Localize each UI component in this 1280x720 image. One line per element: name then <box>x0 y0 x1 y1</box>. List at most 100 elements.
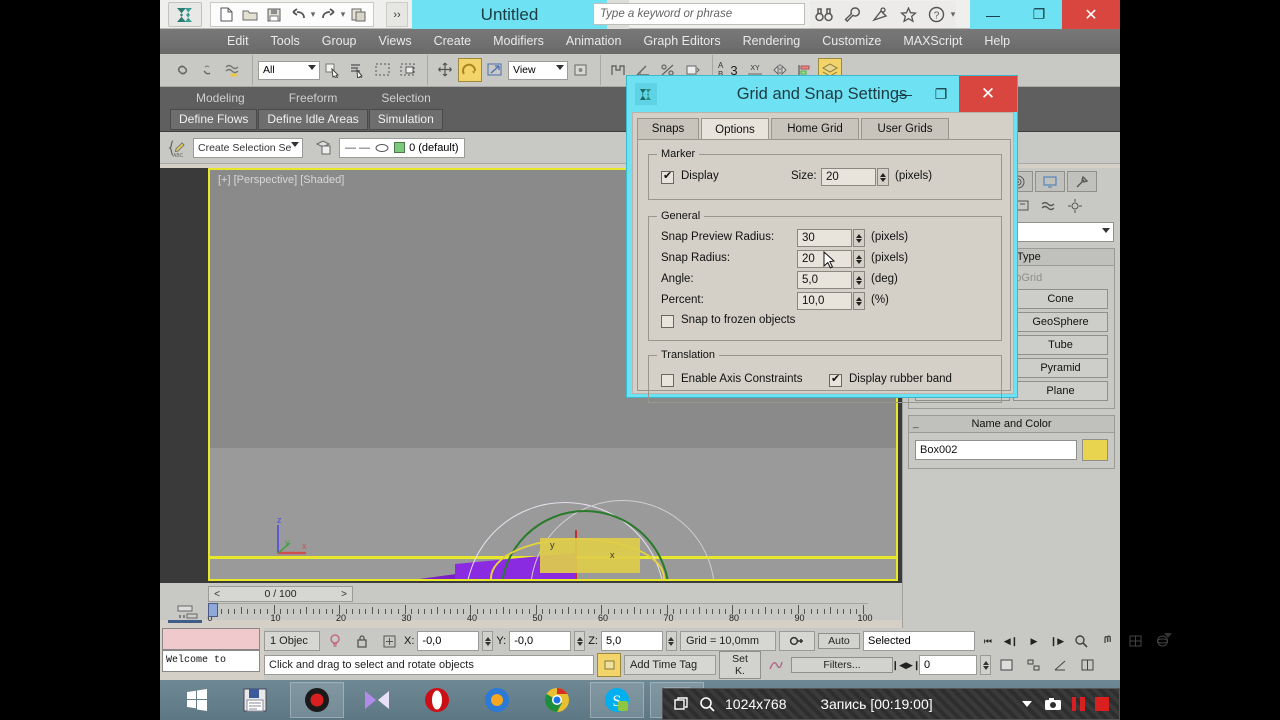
next-frame-button[interactable]: > <box>336 589 352 600</box>
dialog-close-button[interactable]: ✕ <box>959 76 1017 112</box>
pan-view-icon[interactable] <box>1097 629 1121 653</box>
maximize-viewport-icon[interactable] <box>1124 629 1148 653</box>
bind-to-space-warp-icon[interactable] <box>221 58 245 82</box>
ribbon-button-define-idle-areas[interactable]: Define Idle Areas <box>258 109 368 130</box>
zoom-all-icon[interactable] <box>1021 653 1045 677</box>
marker-size-spinner[interactable] <box>877 168 889 186</box>
space-warps-icon[interactable] <box>1037 195 1060 218</box>
menu-item-group[interactable]: Group <box>311 29 368 54</box>
select-zoom-icon[interactable] <box>994 653 1018 677</box>
key-filter-dropdown[interactable]: Selected <box>862 631 1172 651</box>
maxscript-listener-output[interactable] <box>162 628 260 650</box>
absolute-relative-toggle-icon[interactable] <box>377 629 401 653</box>
dialog-tab-user-grids[interactable]: User Grids <box>861 118 949 139</box>
select-and-scale-icon[interactable] <box>483 58 507 82</box>
marker-display-checkbox[interactable] <box>661 169 674 184</box>
viewport-layout-icon[interactable] <box>1075 653 1099 677</box>
selection-filter-dropdown[interactable]: All <box>258 60 320 80</box>
taskbar-skype-icon[interactable]: S <box>590 682 644 718</box>
y-spinner[interactable] <box>574 631 586 651</box>
tab-display[interactable] <box>1035 171 1065 192</box>
selection-lock-bulb-icon[interactable] <box>323 629 347 653</box>
ribbon-tab-freeform[interactable]: Freeform <box>267 87 360 109</box>
taskbar-save-icon[interactable] <box>228 682 282 718</box>
wrench-icon[interactable] <box>838 2 866 28</box>
dialog-tab-home-grid[interactable]: Home Grid <box>771 118 859 139</box>
timeline-frame-nav[interactable]: < 0 / 100 > <box>208 586 353 602</box>
create-pyramid-button[interactable]: Pyramid <box>1013 358 1108 378</box>
menu-item-rendering[interactable]: Rendering <box>732 29 812 54</box>
named-selection-sets-icon[interactable]: ABC <box>166 136 190 160</box>
taskbar-firefox-icon[interactable] <box>470 682 524 718</box>
select-and-rotate-icon[interactable] <box>458 58 482 82</box>
key-mode-icon[interactable] <box>176 605 200 619</box>
menu-item-edit[interactable]: Edit <box>216 29 260 54</box>
open-file-icon[interactable] <box>238 4 262 26</box>
rectangular-selection-region-icon[interactable] <box>371 58 395 82</box>
current-layer-display[interactable]: — — 0 (default) <box>339 137 465 158</box>
create-selection-set-input[interactable]: Create Selection Se <box>193 137 303 158</box>
name-and-color-header[interactable]: _ Name and Color <box>909 416 1114 433</box>
menu-item-graph-editors[interactable]: Graph Editors <box>632 29 731 54</box>
menu-item-maxscript[interactable]: MAXScript <box>892 29 973 54</box>
layer-explorer-icon[interactable] <box>312 136 336 160</box>
menu-item-views[interactable]: Views <box>367 29 422 54</box>
pause-recording-button[interactable] <box>1072 697 1085 711</box>
field-of-view-icon[interactable] <box>1048 653 1072 677</box>
collapse-icon[interactable]: _ <box>913 418 919 429</box>
help-icon[interactable]: ? <box>922 2 950 28</box>
taskbar-chrome-icon[interactable] <box>530 682 584 718</box>
x-coordinate-field[interactable]: -0,0 <box>417 631 480 651</box>
menu-item-help[interactable]: Help <box>973 29 1021 54</box>
unlink-selection-icon[interactable] <box>196 58 220 82</box>
axis-constraints-checkbox[interactable] <box>661 374 674 387</box>
time-slider-handle[interactable] <box>208 603 218 617</box>
general-row-field-3[interactable]: 10,0 <box>797 292 852 310</box>
previous-frame-icon[interactable]: ◀❙ <box>1001 632 1021 650</box>
dialog-tab-snaps[interactable]: Snaps <box>637 118 699 139</box>
timeline-ruler[interactable]: 0 10 20 30 40 50 60 70 80 90 100 <box>207 603 873 623</box>
select-and-link-icon[interactable] <box>171 58 195 82</box>
taskbar-recorder-icon[interactable] <box>290 682 344 718</box>
dialog-tab-options[interactable]: Options <box>701 118 769 140</box>
adaptive-degradation-icon[interactable] <box>597 653 621 677</box>
general-row-field-0[interactable]: 30 <box>797 229 852 247</box>
menu-item-customize[interactable]: Customize <box>811 29 892 54</box>
x-spinner[interactable] <box>482 631 494 651</box>
pivot-center-icon[interactable] <box>569 58 593 82</box>
window-crossing-toggle-icon[interactable] <box>396 58 420 82</box>
general-row-spinner-1[interactable] <box>853 250 865 268</box>
search-input[interactable]: Type a keyword or phrase <box>593 3 805 25</box>
set-key-button[interactable]: Set K. <box>719 651 761 679</box>
key-mode-toggle[interactable] <box>778 631 815 651</box>
frame-spinner[interactable] <box>980 655 991 675</box>
menu-item-modifiers[interactable]: Modifiers <box>482 29 555 54</box>
snap-frozen-checkbox[interactable] <box>661 315 674 328</box>
create-plane-button[interactable]: Plane <box>1013 381 1108 401</box>
menu-item-create[interactable]: Create <box>423 29 483 54</box>
rubber-band-checkbox[interactable] <box>829 372 842 387</box>
z-spinner[interactable] <box>665 631 677 651</box>
general-row-spinner-2[interactable] <box>853 271 865 289</box>
z-coordinate-field[interactable]: 5,0 <box>600 631 663 651</box>
maxscript-listener-input[interactable]: Welcome to <box>162 650 260 672</box>
taskbar-opera-icon[interactable] <box>410 682 464 718</box>
save-file-icon[interactable] <box>262 4 286 26</box>
new-file-icon[interactable] <box>214 4 238 26</box>
menu-item-tools[interactable]: Tools <box>260 29 311 54</box>
binoculars-icon[interactable] <box>810 2 838 28</box>
zoom-region-icon[interactable] <box>1070 629 1094 653</box>
tab-utilities[interactable] <box>1067 171 1097 192</box>
stop-recording-button[interactable] <box>1095 697 1109 711</box>
general-row-spinner-3[interactable] <box>853 292 865 310</box>
ribbon-tab-modeling[interactable]: Modeling <box>174 87 267 109</box>
close-button[interactable]: ✕ <box>1062 0 1120 29</box>
prev-frame-button[interactable]: < <box>209 589 225 600</box>
dialog-minimize-button[interactable]: — <box>887 76 923 112</box>
general-row-spinner-0[interactable] <box>853 229 865 247</box>
ribbon-button-define-flows[interactable]: Define Flows <box>170 109 258 130</box>
viewport-label[interactable]: [+] [Perspective] [Shaded] <box>218 174 344 186</box>
key-mode-toggle-icon[interactable]: ❙◀▶❙ <box>892 656 921 674</box>
create-tube-button[interactable]: Tube <box>1013 335 1108 355</box>
create-cone-button[interactable]: Cone <box>1013 289 1108 309</box>
